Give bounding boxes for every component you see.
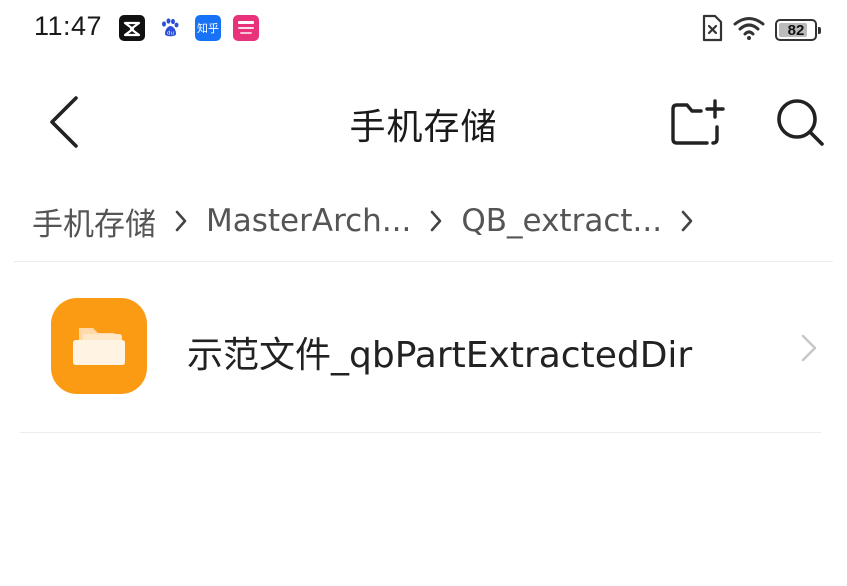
status-indicators: 82: [701, 14, 821, 46]
chevron-right-icon: [156, 201, 206, 241]
baidu-icon: du: [157, 15, 183, 41]
chevron-right-icon: [796, 332, 822, 364]
zhihu-icon: 知乎: [195, 15, 221, 41]
no-sim-icon: [701, 14, 723, 46]
chevron-right-icon: [411, 201, 461, 241]
new-folder-button[interactable]: [664, 94, 728, 150]
battery-percent: 82: [787, 21, 805, 39]
wifi-icon: [733, 16, 765, 44]
list-item[interactable]: 示范文件_qbPartExtractedDir: [0, 282, 847, 414]
notification-icons: du 知乎: [119, 15, 259, 43]
battery-indicator: 82: [775, 19, 821, 41]
chevron-right-icon: [662, 201, 712, 241]
divider: [20, 432, 821, 433]
search-icon: [777, 99, 824, 146]
status-bar: 11:47 du 知乎 82: [0, 0, 847, 58]
breadcrumb-item-qb-extract[interactable]: QB_extract...: [461, 203, 662, 239]
folder-icon: [51, 298, 147, 394]
divider: [14, 261, 833, 262]
pink-app-icon: [233, 15, 259, 41]
new-folder-icon: [671, 99, 725, 145]
svg-text:du: du: [167, 31, 174, 37]
status-time: 11:47: [34, 11, 103, 41]
title-bar: 手机存储: [0, 70, 847, 170]
file-name: 示范文件_qbPartExtractedDir: [187, 335, 693, 376]
breadcrumb: 手机存储 MasterArch... QB_extract...: [32, 196, 712, 246]
search-button[interactable]: [770, 92, 830, 152]
breadcrumb-item-masterarch[interactable]: MasterArch...: [206, 203, 411, 239]
breadcrumb-item-phone-storage[interactable]: 手机存储: [32, 199, 156, 244]
capcut-icon: [119, 15, 145, 41]
